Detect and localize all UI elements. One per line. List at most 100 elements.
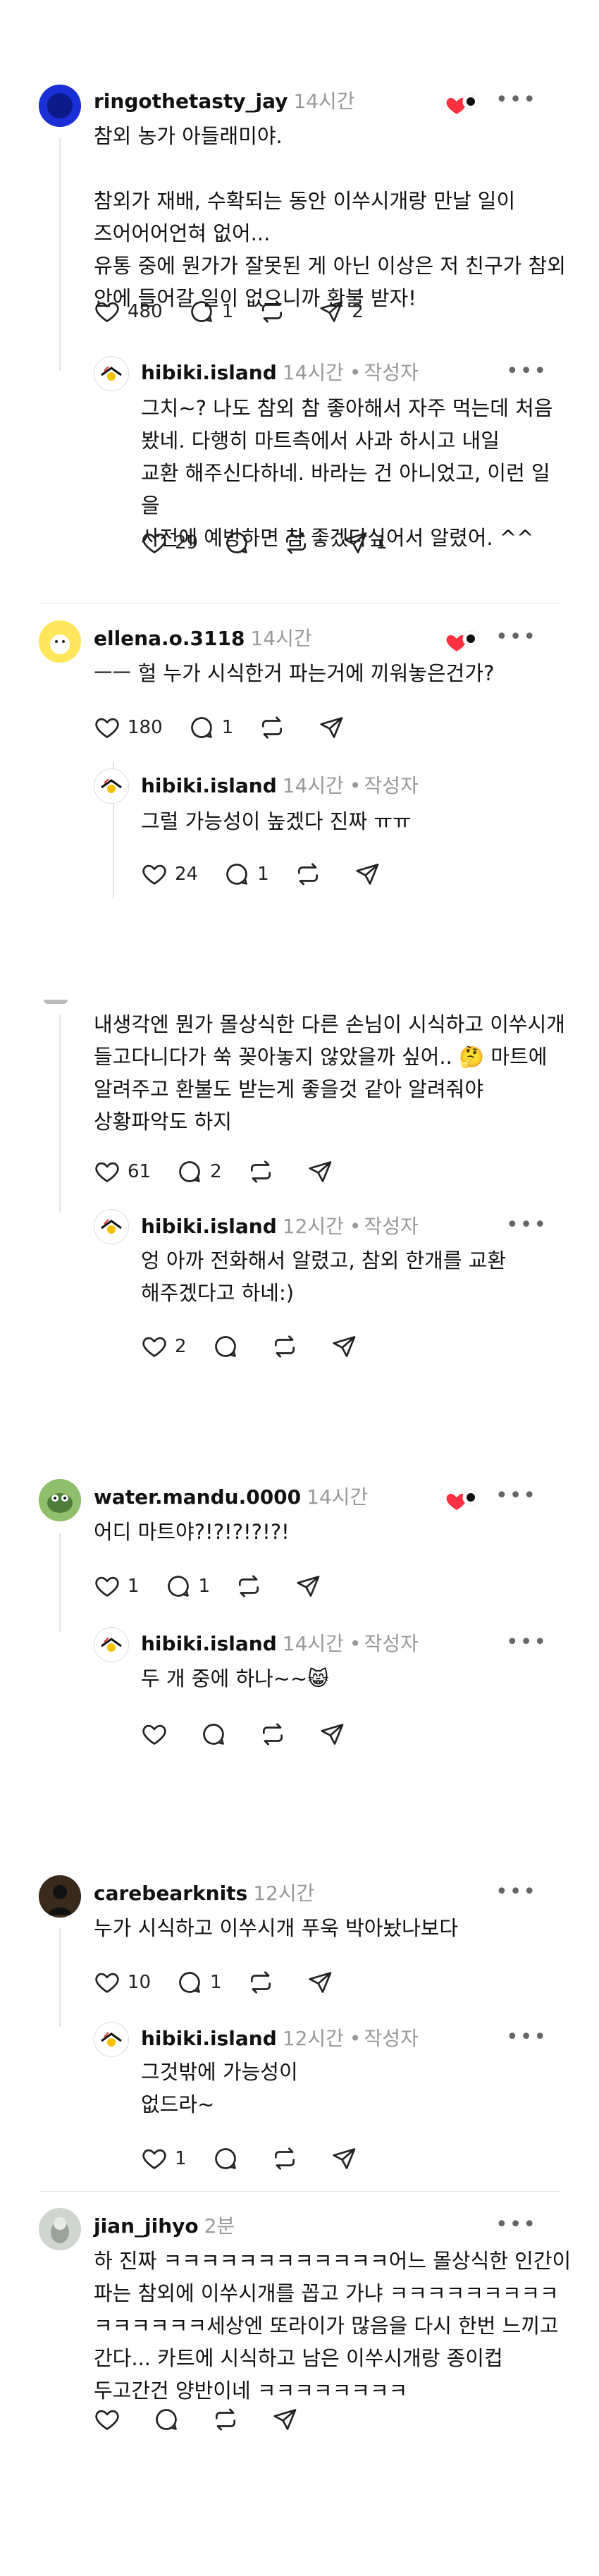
share-button[interactable]: 2: [318, 298, 364, 325]
username[interactable]: hibiki.island 12시간 • 작성자: [141, 2023, 419, 2051]
username[interactable]: ringothetasty_jay 14시간: [94, 86, 355, 114]
share-button[interactable]: [318, 714, 352, 741]
share-button[interactable]: [307, 1158, 340, 1185]
reply-button[interactable]: 1: [188, 714, 234, 741]
avatar[interactable]: [94, 1209, 129, 1244]
reply-button[interactable]: 2: [176, 1158, 222, 1185]
share-button[interactable]: [319, 1721, 352, 1748]
reply-button[interactable]: [153, 2406, 187, 2433]
reply-button[interactable]: 1: [176, 1969, 222, 1996]
reply-count: 1: [221, 301, 234, 322]
like-button[interactable]: 180: [94, 714, 163, 741]
share-button[interactable]: [295, 1573, 328, 1600]
avatar-edge: [44, 1000, 68, 1004]
username-text[interactable]: ellena.o.3118: [94, 627, 245, 650]
share-button[interactable]: [354, 861, 388, 888]
like-button[interactable]: 480: [94, 298, 163, 325]
action-bar: 24 1: [141, 859, 413, 890]
share-button[interactable]: [307, 1969, 340, 1996]
reply-button[interactable]: [212, 1333, 246, 1360]
like-button[interactable]: 61: [94, 1158, 151, 1185]
reply-count: 1: [221, 717, 234, 738]
more-icon[interactable]: •••: [506, 2027, 548, 2048]
timestamp: 14시간: [282, 774, 344, 797]
like-button[interactable]: [141, 1721, 175, 1748]
like-button[interactable]: 1: [94, 1573, 140, 1600]
username[interactable]: jian_jihyo 2분: [94, 2211, 235, 2239]
repost-button[interactable]: [283, 529, 316, 556]
repost-button[interactable]: [247, 1158, 281, 1185]
repost-button[interactable]: [271, 1333, 305, 1360]
avatar[interactable]: [94, 2022, 129, 2057]
username[interactable]: hibiki.island 12시간 • 작성자: [141, 1211, 419, 1239]
repost-button[interactable]: [271, 2145, 305, 2172]
username-text[interactable]: water.mandu.0000: [94, 1485, 301, 1509]
comment-text: 누가 시식하고 이쑤시개 푸욱 박아놨나보다: [94, 1916, 459, 1940]
username-text[interactable]: hibiki.island: [141, 361, 277, 384]
username[interactable]: hibiki.island 14시간 • 작성자: [141, 1629, 419, 1657]
repost-button[interactable]: [259, 1721, 293, 1748]
share-count: 1: [376, 532, 388, 553]
comment-icon: [188, 298, 215, 325]
username[interactable]: hibiki.island 14시간 • 작성자: [141, 357, 419, 386]
username-text[interactable]: hibiki.island: [141, 1632, 277, 1655]
repost-icon: [271, 1333, 298, 1360]
reply-button[interactable]: [200, 1721, 234, 1748]
like-button[interactable]: 29: [141, 529, 198, 556]
username-text[interactable]: hibiki.island: [141, 1215, 277, 1238]
repost-button[interactable]: [247, 1969, 281, 1996]
more-icon[interactable]: •••: [495, 90, 537, 111]
avatar[interactable]: [94, 768, 129, 804]
share-button[interactable]: [331, 1333, 364, 1360]
share-button[interactable]: 1: [342, 529, 388, 556]
username-text[interactable]: ringothetasty_jay: [94, 90, 288, 113]
repost-button[interactable]: [235, 1573, 269, 1600]
more-icon[interactable]: •••: [506, 1215, 548, 1236]
more-icon[interactable]: •••: [495, 2214, 537, 2235]
share-button[interactable]: [271, 2406, 305, 2433]
more-icon[interactable]: •••: [506, 361, 548, 382]
repost-icon: [247, 1969, 274, 1996]
like-button[interactable]: 10: [94, 1969, 151, 1996]
avatar[interactable]: [39, 1479, 81, 1521]
reply-button[interactable]: [212, 2145, 246, 2172]
avatar[interactable]: [39, 2208, 81, 2250]
avatar[interactable]: [39, 1875, 81, 1918]
username-text[interactable]: hibiki.island: [141, 774, 277, 797]
like-button[interactable]: 1: [141, 2145, 187, 2172]
reply-button[interactable]: 1: [188, 298, 234, 325]
share-button[interactable]: [331, 2145, 364, 2172]
reply-count: 1: [198, 1576, 211, 1597]
reply-text: 그것밖에 가능성이 없드라~: [141, 2060, 298, 2116]
like-button[interactable]: 2: [141, 1333, 187, 1360]
like-button[interactable]: [94, 2406, 128, 2433]
avatar[interactable]: [39, 620, 81, 663]
more-icon[interactable]: •••: [495, 1485, 537, 1507]
more-icon[interactable]: •••: [495, 627, 537, 648]
username-text[interactable]: hibiki.island: [141, 2027, 277, 2050]
repost-button[interactable]: [259, 298, 292, 325]
more-icon[interactable]: •••: [506, 1632, 548, 1653]
reply-button[interactable]: 1: [165, 1573, 211, 1600]
username-text[interactable]: jian_jihyo: [94, 2214, 199, 2238]
username[interactable]: ellena.o.3118 14시간: [94, 623, 312, 651]
reply-button[interactable]: 1: [223, 861, 269, 888]
repost-button[interactable]: [259, 714, 292, 741]
comment-icon: [223, 861, 250, 888]
timestamp: 14시간: [282, 361, 344, 384]
avatar[interactable]: [94, 356, 129, 391]
avatar[interactable]: [94, 1627, 129, 1662]
heart-icon: [94, 298, 121, 325]
more-icon[interactable]: •••: [495, 1882, 537, 1903]
share-icon: [307, 1969, 333, 1996]
repost-icon: [235, 1573, 262, 1600]
repost-button[interactable]: [295, 861, 328, 888]
avatar[interactable]: [39, 85, 81, 127]
username[interactable]: carebearknits 12시간: [94, 1878, 314, 1906]
username-text[interactable]: carebearknits: [94, 1882, 247, 1905]
username[interactable]: hibiki.island 14시간 • 작성자: [141, 771, 419, 799]
like-button[interactable]: 24: [141, 861, 198, 888]
repost-button[interactable]: [212, 2406, 246, 2433]
username[interactable]: water.mandu.0000 14시간: [94, 1482, 368, 1510]
reply-button[interactable]: [223, 529, 257, 556]
